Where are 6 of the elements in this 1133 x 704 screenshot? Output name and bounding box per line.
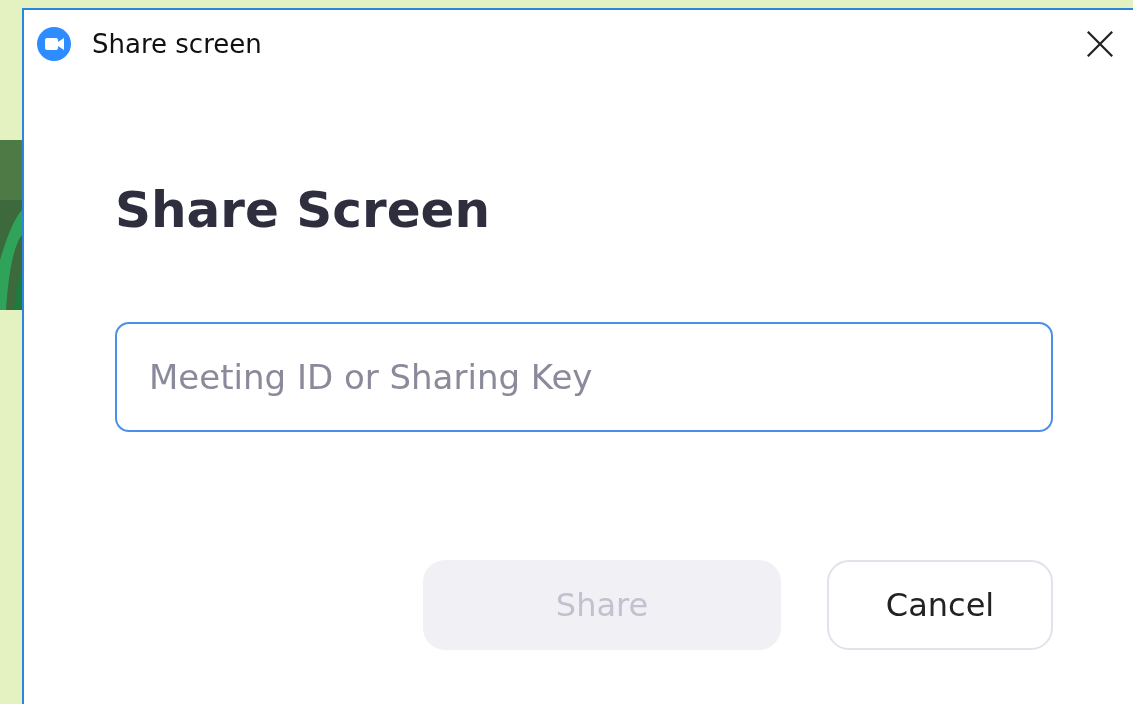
close-icon[interactable] [1085, 29, 1115, 59]
video-camera-icon [36, 26, 72, 62]
input-field[interactable]: Meeting ID or Sharing Key [115, 322, 1053, 432]
dialog-heading: Share Screen [115, 180, 492, 241]
cancel-button[interactable]: Cancel [827, 560, 1053, 650]
window-title: Share screen [92, 29, 263, 59]
